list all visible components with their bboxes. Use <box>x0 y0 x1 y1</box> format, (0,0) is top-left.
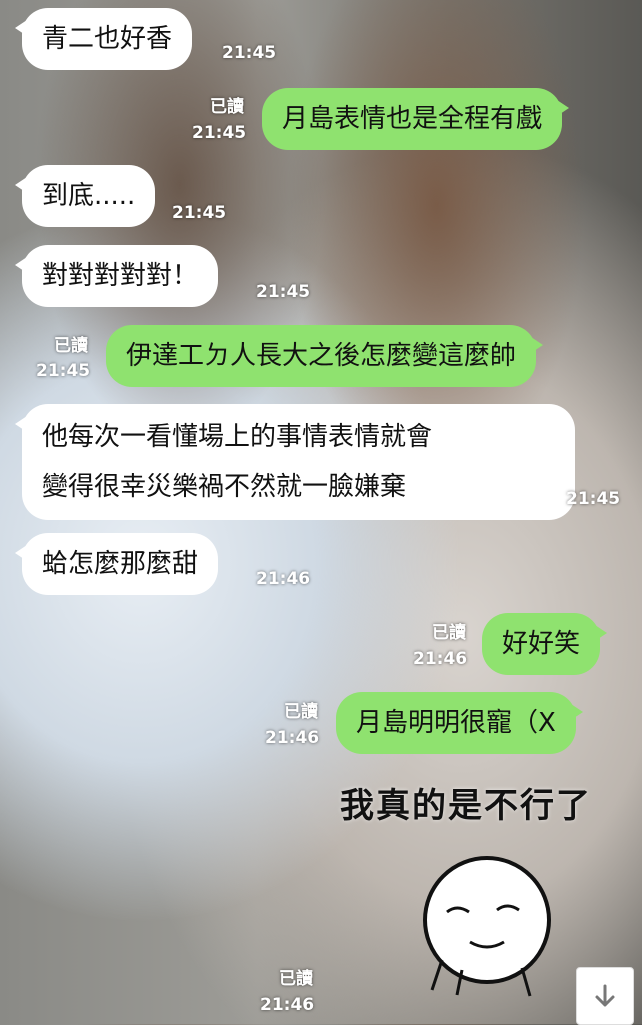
message-bubble-outgoing[interactable]: 月島表情也是全程有戲 <box>262 88 570 150</box>
message-time: 21:45 <box>192 123 247 143</box>
message-bubble-incoming[interactable]: 對對對對對！ <box>14 245 219 307</box>
message-time: 21:45 <box>222 43 277 63</box>
sticker-face-icon <box>423 856 551 997</box>
message-read-status: 已讀 <box>54 336 88 356</box>
message-bubble-outgoing[interactable]: 好好笑 <box>482 613 608 675</box>
message-read-status: 已讀 <box>210 97 244 117</box>
sticker-image[interactable] <box>412 850 562 1000</box>
scroll-to-bottom-button[interactable] <box>576 967 634 1025</box>
message-time: 21:46 <box>256 569 311 589</box>
message-time: 21:46 <box>413 649 468 669</box>
message-time: 21:46 <box>260 995 315 1015</box>
message-line: 變得很幸災樂禍不然就一臉嫌棄 <box>42 472 407 502</box>
message-line: 他每次一看懂場上的事情表情就會 <box>42 422 433 452</box>
message-time: 21:45 <box>172 203 227 223</box>
message-bubble-incoming[interactable]: 青二也好香 <box>14 8 193 70</box>
message-time: 21:46 <box>265 728 320 748</box>
message-bubble-incoming[interactable]: 他每次一看懂場上的事情表情就會 變得很幸災樂禍不然就一臉嫌棄 <box>15 404 575 520</box>
message-time: 21:45 <box>566 489 621 509</box>
message-bubble-incoming[interactable]: 到底..... <box>14 165 156 227</box>
message-bubble-outgoing[interactable]: 月島明明很寵（X <box>336 692 583 754</box>
message-bubble-outgoing[interactable]: 伊達工ㄉ人長大之後怎麼變這麼帥 <box>106 325 544 387</box>
message-read-status: 已讀 <box>432 623 466 643</box>
message-bubble-incoming[interactable]: 蛤怎麼那麼甜 <box>14 533 219 595</box>
arrow-down-icon <box>595 984 615 1007</box>
message-time: 21:45 <box>256 282 311 302</box>
message-read-status: 已讀 <box>284 702 318 722</box>
sticker-caption: 我真的是不行了 <box>340 786 592 826</box>
message-time: 21:45 <box>36 361 91 381</box>
message-read-status: 已讀 <box>279 969 313 989</box>
